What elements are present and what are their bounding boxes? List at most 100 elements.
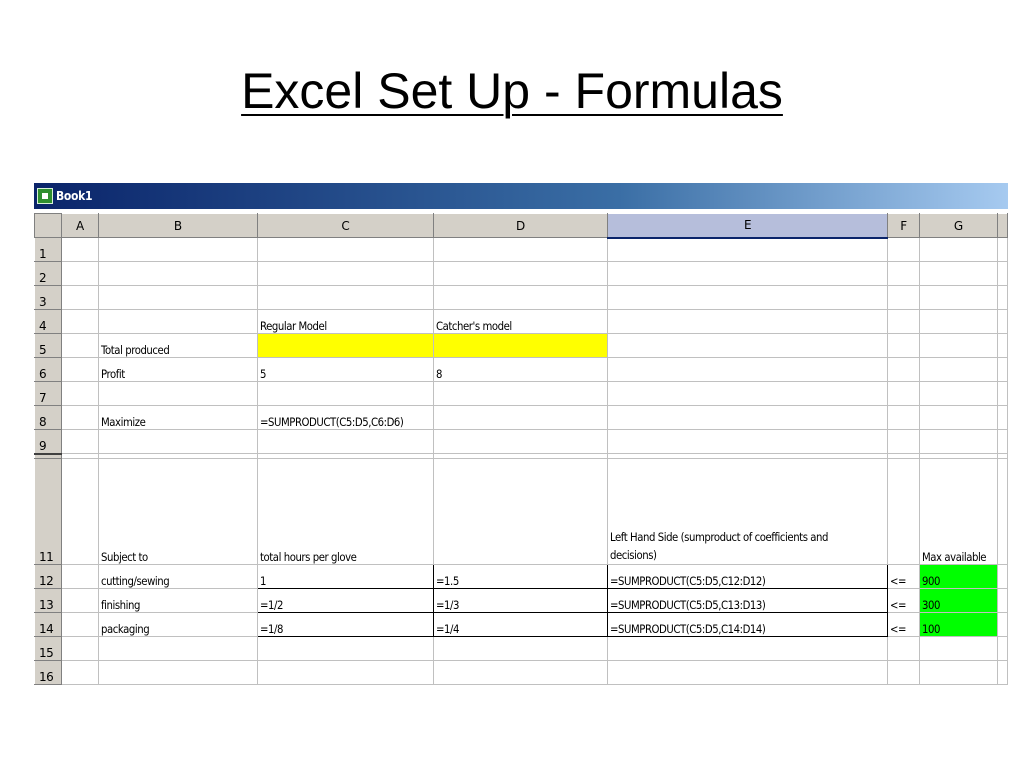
cell[interactable] [98,285,258,310]
cell[interactable] [997,261,1008,286]
cell[interactable] [61,237,99,262]
cell[interactable] [98,309,258,334]
cell-b8[interactable]: Maximize [98,405,258,430]
row-header-11[interactable]: 11 [34,458,63,565]
cell-e11[interactable]: Left Hand Side (sumproduct of coefficien… [607,458,889,565]
cell[interactable] [433,636,609,661]
cell[interactable] [433,237,609,262]
cell[interactable] [433,261,609,286]
cell[interactable] [887,636,920,661]
cell-f13[interactable]: <= [887,588,920,613]
coefficient-cell-c12[interactable]: 1 [256,564,434,589]
row-header-7[interactable]: 7 [34,381,63,406]
cell[interactable] [257,381,434,406]
cell[interactable] [997,381,1008,406]
cell[interactable] [98,381,258,406]
row-header-9[interactable]: 9 [34,429,63,455]
decision-cell-c5[interactable] [257,333,434,358]
cell-b13[interactable]: finishing [98,588,258,613]
cell[interactable] [607,357,889,382]
cell[interactable] [61,458,99,565]
cell[interactable] [98,636,258,661]
cell-b6[interactable]: Profit [98,357,258,382]
cell[interactable] [607,636,889,661]
cell[interactable] [257,429,434,454]
limit-cell-g12[interactable]: 900 [919,564,998,589]
cell[interactable] [61,429,99,454]
decision-cell-d5[interactable] [433,333,609,358]
cell[interactable] [887,660,920,685]
cell[interactable] [887,285,920,310]
column-header-e[interactable]: E [607,213,889,239]
cell[interactable] [257,660,434,685]
cell[interactable] [997,612,1008,637]
cell[interactable] [61,612,99,637]
cell-c11[interactable]: total hours per glove [257,458,434,565]
cell[interactable] [257,285,434,310]
cell[interactable] [61,309,99,334]
cell[interactable] [61,357,99,382]
cell[interactable] [433,660,609,685]
row-header-15[interactable]: 15 [34,636,63,661]
cell[interactable] [997,636,1008,661]
cell-b11[interactable]: Subject to [98,458,258,565]
column-header-c[interactable]: C [256,213,434,238]
coefficient-cell-c13[interactable]: =1/2 [256,588,434,613]
cell[interactable] [433,405,609,430]
cell[interactable] [98,660,258,685]
window-titlebar[interactable]: Book1 [34,183,1008,209]
cell[interactable] [919,636,998,661]
cell[interactable] [887,429,920,454]
cell[interactable] [98,237,258,262]
cell[interactable] [919,357,998,382]
row-header-3[interactable]: 3 [34,285,63,310]
cell-b5[interactable]: Total produced [98,333,258,358]
cell-c8[interactable]: =SUMPRODUCT(C5:D5,C6:D6) [257,405,434,430]
cell[interactable] [61,588,99,613]
cell[interactable] [433,285,609,310]
cell[interactable] [919,285,998,310]
coefficient-cell-d13[interactable]: =1/3 [432,588,609,613]
cell[interactable] [61,636,99,661]
cell[interactable] [61,660,99,685]
cell[interactable] [257,636,434,661]
column-header-b[interactable]: B [97,213,258,238]
cell[interactable] [607,237,889,262]
cell[interactable] [997,660,1008,685]
cell[interactable] [887,381,920,406]
column-header-d[interactable]: D [432,213,609,238]
cell[interactable] [607,333,889,358]
row-header-1[interactable]: 1 [34,237,63,262]
coefficient-cell-d12[interactable]: =1.5 [432,564,609,589]
cell[interactable] [997,458,1008,565]
row-header-14[interactable]: 14 [34,612,63,637]
cell[interactable] [433,429,609,454]
row-header-8[interactable]: 8 [34,405,63,430]
cell[interactable] [919,333,998,358]
cell[interactable] [887,405,920,430]
cell[interactable] [887,237,920,262]
lhs-cell-e12[interactable]: =SUMPRODUCT(C5:D5,C12:D12) [607,564,889,589]
row-header-16[interactable]: 16 [34,660,63,685]
cell[interactable] [607,309,889,334]
row-header-13[interactable]: 13 [34,588,63,613]
cell-c6[interactable]: 5 [257,357,434,382]
cell[interactable] [997,237,1008,262]
cell[interactable] [98,429,258,454]
coefficient-cell-c14[interactable]: =1/8 [256,612,434,637]
cell[interactable] [919,660,998,685]
cell[interactable] [257,261,434,286]
cell[interactable] [919,429,998,454]
cell[interactable] [997,588,1008,613]
column-header-a[interactable]: A [61,213,99,238]
cell[interactable] [607,261,889,286]
lhs-cell-e13[interactable]: =SUMPRODUCT(C5:D5,C13:D13) [607,588,889,613]
row-header-6[interactable]: 6 [34,357,63,382]
row-header-4[interactable]: 4 [34,309,63,334]
cell[interactable] [919,261,998,286]
cell[interactable] [61,381,99,406]
cell[interactable] [61,333,99,358]
cell[interactable] [997,285,1008,310]
cell[interactable] [887,357,920,382]
cell[interactable] [607,405,889,430]
